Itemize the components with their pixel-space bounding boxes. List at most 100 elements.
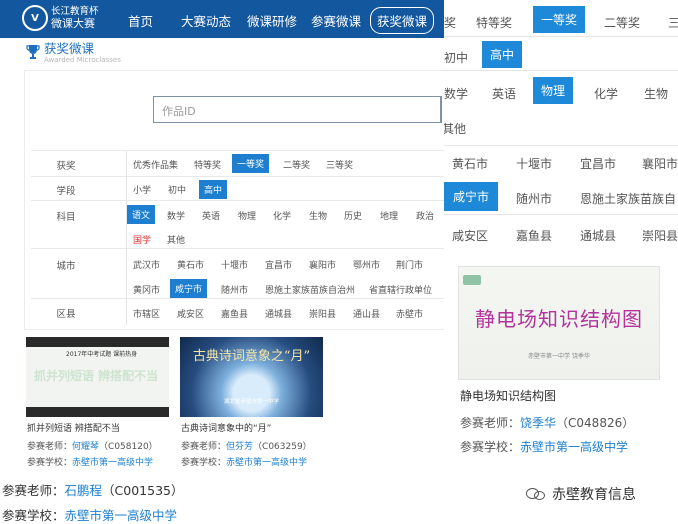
- nav-training[interactable]: 微课研修: [247, 11, 297, 30]
- district-option[interactable]: 嘉鱼县: [217, 305, 252, 322]
- subject-option-selected[interactable]: 语文: [127, 205, 156, 224]
- search-input[interactable]: 作品ID: [153, 96, 442, 123]
- teacher-name-link[interactable]: 石鹏程: [65, 483, 103, 498]
- bg-city-option[interactable]: 随州市: [510, 187, 558, 210]
- filter-label: 城市: [56, 261, 76, 272]
- city-option-selected[interactable]: 咸宁市: [170, 279, 208, 298]
- subject-option[interactable]: 历史: [340, 207, 366, 224]
- video-title[interactable]: 古典诗词意象中的“月”: [181, 421, 271, 434]
- subject-option[interactable]: 生物: [305, 207, 331, 224]
- teacher-name-link[interactable]: 但芬芳: [226, 442, 253, 452]
- bg-district-option[interactable]: 嘉鱼县: [510, 224, 558, 247]
- district-option[interactable]: 咸安区: [173, 305, 208, 322]
- district-option[interactable]: 崇阳县: [305, 305, 340, 322]
- city-option[interactable]: 武汉市: [129, 256, 164, 273]
- bg-stage-option-selected[interactable]: 高中: [482, 41, 523, 68]
- district-option[interactable]: 通城县: [261, 305, 296, 322]
- nav-awarded[interactable]: 获奖微课: [370, 7, 435, 34]
- subject-option[interactable]: 其他: [163, 231, 189, 248]
- video-thumbnail[interactable]: 2017年中考试题 课前热身 抓并列短语 辨搭配不当: [26, 337, 169, 417]
- contest-page: V 长江教育杯 微课大赛 首页 大赛动态 微课研修 参赛微课 获奖微课 获奖微课…: [0, 0, 444, 470]
- video-thumbnail[interactable]: 古典诗词意象之“月” 湖北省赤壁市第一中学: [180, 337, 323, 417]
- award-option[interactable]: 三等奖: [322, 156, 357, 173]
- video-thumbnail[interactable]: 静电场知识结构图 赤壁市第一中学 饶季华: [458, 266, 660, 380]
- bottom-school: 参赛学校：赤壁市第一高级中学: [2, 505, 177, 524]
- bg-subject-option-selected[interactable]: 物理: [533, 77, 574, 104]
- award-option[interactable]: 二等奖: [279, 156, 314, 173]
- district-option[interactable]: 通山县: [349, 305, 384, 322]
- video-teacher: 参赛老师：但芬芳（C063259）: [181, 439, 312, 452]
- filter-row-subject: 科目 语文 数学 英语 物理 化学 生物 历史 地理 政治 国学 其他: [31, 200, 444, 249]
- city-option[interactable]: 黄冈市: [129, 281, 164, 298]
- school-name-link[interactable]: 赤壁市第一高级中学: [65, 508, 178, 523]
- stage-option-selected[interactable]: 高中: [199, 180, 228, 199]
- video-school: 参赛学校：赤壁市第一高级中学: [27, 455, 153, 468]
- city-option[interactable]: 黄石市: [173, 256, 208, 273]
- video-title[interactable]: 抓并列短语 辨搭配不当: [27, 421, 120, 434]
- video-title[interactable]: 静电场知识结构图: [460, 387, 556, 404]
- school-name-link[interactable]: 赤壁市第一高级中学: [520, 440, 628, 454]
- bg-subject-option[interactable]: 英语: [486, 82, 522, 105]
- bg-award-tab[interactable]: 三: [662, 11, 678, 34]
- city-option[interactable]: 恩施土家族苗族自治州: [261, 281, 359, 298]
- video-teacher: 参赛老师：何耀琴（C058120）: [27, 439, 158, 452]
- district-option[interactable]: 市辖区: [129, 305, 164, 322]
- teacher-code: （C063259）: [253, 442, 312, 452]
- nav-home[interactable]: 首页: [128, 11, 153, 30]
- subject-option-guoxue[interactable]: 国学: [129, 231, 155, 248]
- bg-city-option[interactable]: 襄阳市: [636, 152, 678, 175]
- bg-city-option[interactable]: 宜昌市: [574, 152, 622, 175]
- channel-logo-icon: [463, 275, 481, 285]
- bg-subject-option[interactable]: 化学: [588, 82, 624, 105]
- brand[interactable]: V 长江教育杯 微课大赛: [22, 5, 99, 31]
- bg-award-tab[interactable]: 特等奖: [470, 11, 518, 34]
- section-header: 获奖微课 Awarded Microclasses: [26, 42, 121, 64]
- school-name-link[interactable]: 赤壁市第一高级中学: [226, 458, 307, 468]
- bg-city-option[interactable]: 恩施土家族苗族自: [574, 187, 678, 210]
- bg-award-tab[interactable]: 二等奖: [598, 11, 646, 34]
- district-option[interactable]: 赤壁市: [392, 305, 427, 322]
- subject-option[interactable]: 物理: [234, 207, 260, 224]
- bg-subject-option[interactable]: 生物: [638, 82, 674, 105]
- award-option[interactable]: 优秀作品集: [129, 156, 182, 173]
- city-option[interactable]: 省直辖行政单位: [365, 281, 436, 298]
- bg-city-option[interactable]: 黄石市: [446, 152, 494, 175]
- city-option[interactable]: 十堰市: [217, 256, 252, 273]
- city-option[interactable]: 鄂州市: [349, 256, 384, 273]
- thumbnail-caption: 湖北省赤壁市第一中学: [223, 399, 279, 405]
- city-option[interactable]: 宜昌市: [261, 256, 296, 273]
- filter-row-stage: 学段 小学 初中 高中: [31, 176, 444, 201]
- stage-option[interactable]: 小学: [129, 181, 155, 198]
- city-option[interactable]: 襄阳市: [305, 256, 340, 273]
- subject-option[interactable]: 化学: [269, 207, 295, 224]
- subject-option[interactable]: 地理: [376, 207, 402, 224]
- bg-city-option[interactable]: 十堰市: [510, 152, 558, 175]
- award-option-selected[interactable]: 一等奖: [232, 154, 270, 173]
- school-name-link[interactable]: 赤壁市第一高级中学: [72, 458, 153, 468]
- top-nav: V 长江教育杯 微课大赛 首页 大赛动态 微课研修 参赛微课 获奖微课: [0, 0, 444, 38]
- teacher-code: （C058120）: [99, 442, 158, 452]
- award-option[interactable]: 特等奖: [190, 156, 225, 173]
- nav-news[interactable]: 大赛动态: [181, 11, 231, 30]
- nav-entries[interactable]: 参赛微课: [311, 11, 361, 30]
- bg-city-option-selected[interactable]: 咸宁市: [444, 182, 499, 211]
- subject-option[interactable]: 英语: [198, 207, 224, 224]
- bg-district-option[interactable]: 通城县: [574, 224, 622, 247]
- bg-district-option[interactable]: 咸安区: [446, 224, 494, 247]
- teacher-name-link[interactable]: 何耀琴: [72, 442, 99, 452]
- teacher-label: 参赛老师：: [181, 442, 227, 452]
- divider: [444, 214, 678, 215]
- subject-option[interactable]: 数学: [163, 207, 189, 224]
- bg-district-option[interactable]: 崇阳县: [636, 224, 678, 247]
- divider: [126, 299, 127, 325]
- city-option[interactable]: 荆门市: [392, 256, 427, 273]
- video-teacher: 参赛老师：饶季华（C048826）: [460, 414, 634, 431]
- divider: [444, 36, 678, 37]
- bg-award-tab-selected[interactable]: 一等奖: [533, 6, 586, 33]
- stage-option[interactable]: 初中: [164, 181, 190, 198]
- teacher-label: 参赛老师：: [27, 442, 73, 452]
- subject-option[interactable]: 政治: [412, 207, 438, 224]
- city-option[interactable]: 随州市: [217, 281, 252, 298]
- school-label: 参赛学校：: [460, 440, 521, 454]
- teacher-name-link[interactable]: 饶季华: [520, 416, 556, 430]
